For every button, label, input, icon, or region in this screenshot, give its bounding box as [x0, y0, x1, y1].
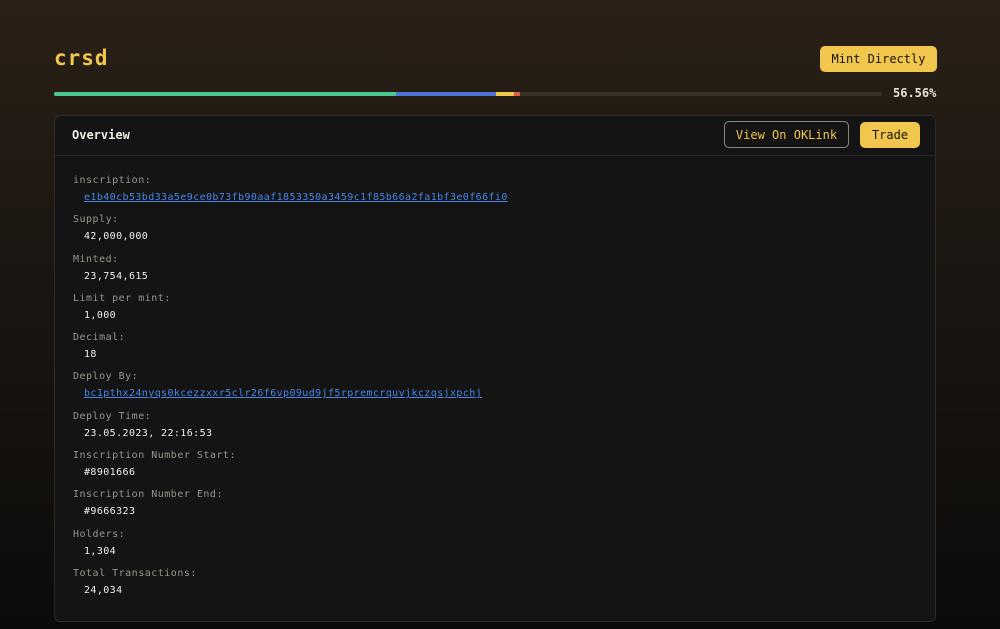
field-label: Limit per mint: — [73, 292, 171, 304]
view-on-oklink-button[interactable]: View On OKLink — [724, 121, 849, 148]
field-value: 23.05.2023, 22:16:53 — [84, 427, 213, 439]
progress-segment-red — [514, 92, 521, 96]
field-value: 18 — [84, 349, 97, 361]
field-total-transactions: Total Transactions: 24,034 — [73, 568, 508, 607]
field-deploy-by: Deploy By: bc1pthx24nyqs0kcezzxxr5clr26f… — [73, 371, 508, 410]
field-value: 24,034 — [84, 584, 123, 596]
field-value: #9666323 — [84, 506, 136, 518]
field-holders: Holders: 1,304 — [73, 529, 508, 568]
mint-directly-button[interactable]: Mint Directly — [820, 46, 937, 72]
field-label: Total Transactions: — [73, 567, 197, 579]
field-label: Minted: — [73, 253, 119, 265]
field-value: #8901666 — [84, 467, 136, 479]
progress-segment-blue — [395, 92, 497, 96]
field-limit-per-mint: Limit per mint: 1,000 — [73, 293, 508, 332]
field-inscription: inscription: e1b40cb53bd33a5e9ce0b73fb90… — [73, 175, 508, 214]
field-value: 23,754,615 — [84, 270, 149, 282]
inscription-id-link[interactable]: e1b40cb53bd33a5e9ce0b73fb90aaf1853350a34… — [84, 192, 508, 204]
mint-progress-bar — [54, 92, 882, 96]
field-label: Deploy Time: — [73, 410, 152, 422]
field-label: Deploy By: — [73, 371, 139, 383]
field-decimal: Decimal: 18 — [73, 332, 508, 371]
overview-fields: inscription: e1b40cb53bd33a5e9ce0b73fb90… — [73, 175, 508, 607]
field-label: Inscription Number Start: — [73, 450, 237, 462]
field-label: Supply: — [73, 214, 119, 226]
field-label: Decimal: — [73, 332, 126, 344]
field-deploy-time: Deploy Time: 23.05.2023, 22:16:53 — [73, 411, 508, 450]
field-inscription-number-end: Inscription Number End: #9666323 — [73, 489, 508, 528]
trade-button[interactable]: Trade — [860, 122, 920, 148]
token-title: crsd — [54, 46, 109, 70]
field-supply: Supply: 42,000,000 — [73, 214, 508, 253]
field-value: 1,304 — [84, 545, 117, 557]
overview-title: Overview — [72, 128, 130, 142]
field-inscription-number-start: Inscription Number Start: #8901666 — [73, 450, 508, 489]
mint-progress-percent: 56.56% — [893, 86, 937, 100]
field-label: Inscription Number End: — [73, 489, 223, 501]
deployer-address-link[interactable]: bc1pthx24nyqs0kcezzxxr5clr26f6vp09ud9jf5… — [84, 388, 508, 400]
field-value: 1,000 — [84, 309, 117, 321]
field-label: inscription: — [73, 175, 152, 186]
field-label: Holders: — [73, 528, 126, 540]
field-minted: Minted: 23,754,615 — [73, 254, 508, 293]
progress-segment-green — [54, 92, 396, 96]
field-value: 42,000,000 — [84, 231, 149, 243]
overview-panel: Overview View On OKLink Trade inscriptio… — [54, 115, 936, 622]
progress-segment-yellow — [496, 92, 515, 96]
overview-header: Overview View On OKLink Trade — [55, 116, 935, 156]
